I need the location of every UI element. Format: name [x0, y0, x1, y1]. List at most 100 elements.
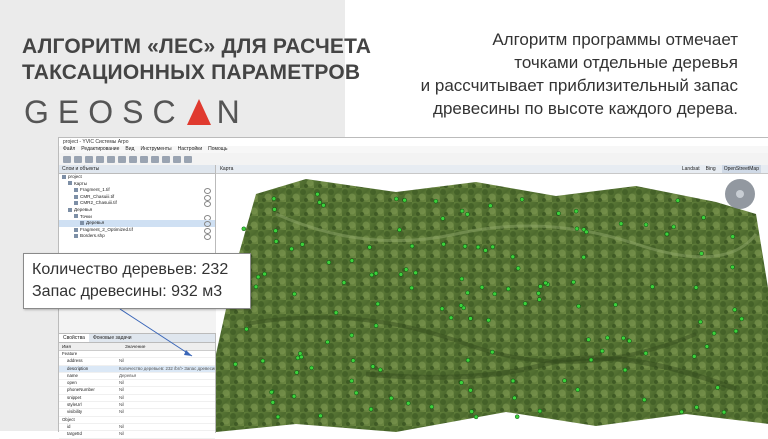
tree-point-marker[interactable]	[294, 370, 299, 375]
tree-point-marker[interactable]	[350, 358, 356, 363]
tree-point-marker[interactable]	[618, 221, 624, 226]
tree-point-marker[interactable]	[367, 245, 372, 250]
property-row[interactable]: name Деревья	[59, 373, 215, 381]
tree-point-marker[interactable]	[462, 244, 468, 249]
tree-point-marker[interactable]	[273, 239, 279, 244]
tree-point-marker[interactable]	[289, 246, 294, 252]
tree-point-marker[interactable]	[297, 351, 303, 356]
tree-point-marker[interactable]	[664, 231, 670, 237]
tree-point-marker[interactable]	[275, 414, 281, 420]
tree-point-marker[interactable]	[272, 207, 277, 212]
tree-point-marker[interactable]	[510, 378, 516, 384]
tree-point-marker[interactable]	[397, 227, 402, 233]
tree-point-marker[interactable]	[349, 258, 355, 263]
tree-point-marker[interactable]	[333, 310, 339, 315]
tree-point-marker[interactable]	[575, 387, 580, 392]
property-row[interactable]: styleUrl Nil	[59, 402, 215, 410]
redo-icon[interactable]	[74, 155, 82, 163]
tree-point-marker[interactable]	[369, 272, 374, 278]
tree-point-marker[interactable]	[486, 317, 491, 323]
polygon-icon[interactable]	[140, 155, 148, 163]
tree-point-marker[interactable]	[692, 354, 697, 359]
tree-point-marker[interactable]	[270, 400, 276, 405]
tree-point-marker[interactable]	[468, 316, 473, 321]
tree-point-marker[interactable]	[479, 285, 485, 290]
tree-point-marker[interactable]	[394, 196, 399, 202]
tree-item[interactable]: Точки	[59, 214, 215, 221]
tree-point-marker[interactable]	[613, 302, 618, 307]
tree-point-marker[interactable]	[473, 414, 479, 420]
tree-point-marker[interactable]	[439, 306, 445, 311]
tree-point-marker[interactable]	[291, 394, 297, 399]
property-row[interactable]: targetId Nil	[59, 431, 215, 439]
tree-point-marker[interactable]	[599, 348, 605, 354]
tree-point-marker[interactable]	[429, 404, 434, 410]
tree-point-marker[interactable]	[711, 331, 717, 336]
tree-point-marker[interactable]	[519, 197, 525, 202]
menu-tools[interactable]: Инструменты	[140, 146, 171, 153]
menu-view[interactable]: Вид	[125, 146, 134, 153]
tree-point-marker[interactable]	[373, 271, 379, 276]
tree-point-marker[interactable]	[389, 395, 394, 401]
tree-icon[interactable]	[184, 155, 192, 163]
tree-point-marker[interactable]	[537, 408, 543, 414]
tree-point-marker[interactable]	[627, 338, 632, 344]
tree-point-marker[interactable]	[605, 335, 610, 341]
tree-point-marker[interactable]	[373, 323, 379, 328]
tree-point-marker[interactable]	[522, 301, 528, 306]
property-row[interactable]: visibility Nil	[59, 409, 215, 417]
tree-point-marker[interactable]	[440, 216, 446, 221]
tree-point-marker[interactable]	[465, 357, 471, 363]
tab-map[interactable]: Карта	[220, 166, 233, 172]
tree-point-marker[interactable]	[244, 326, 249, 332]
menu-settings[interactable]: Настройки	[178, 146, 203, 153]
tree-point-marker[interactable]	[292, 291, 297, 297]
tree-point-marker[interactable]	[271, 196, 277, 201]
tree-point-marker[interactable]	[398, 272, 404, 277]
tree-point-marker[interactable]	[459, 276, 465, 282]
tree-point-marker[interactable]	[300, 242, 305, 247]
tree-point-marker[interactable]	[318, 413, 323, 419]
tree-point-marker[interactable]	[584, 229, 589, 235]
tree-point-marker[interactable]	[693, 285, 699, 290]
tree-point-marker[interactable]	[588, 357, 594, 363]
tree-point-marker[interactable]	[402, 197, 407, 203]
tree-point-marker[interactable]	[573, 208, 579, 214]
layer-icon[interactable]	[151, 155, 159, 163]
tree-point-marker[interactable]	[581, 254, 586, 260]
tree-point-marker[interactable]	[325, 339, 330, 345]
tree-point-marker[interactable]	[538, 284, 543, 289]
tree-point-marker[interactable]	[715, 385, 720, 390]
tree-point-marker[interactable]	[492, 291, 497, 297]
tree-point-marker[interactable]	[370, 364, 376, 369]
select-icon[interactable]	[118, 155, 126, 163]
point-icon[interactable]	[162, 155, 170, 163]
tree-point-marker[interactable]	[650, 284, 655, 289]
tree-point-marker[interactable]	[255, 274, 261, 280]
property-row[interactable]: snippet Nil	[59, 395, 215, 403]
tree-point-marker[interactable]	[260, 358, 266, 364]
tree-point-marker[interactable]	[468, 388, 473, 393]
tree-point-marker[interactable]	[512, 395, 517, 401]
tree-point-marker[interactable]	[349, 378, 354, 384]
tree-point-marker[interactable]	[317, 200, 322, 205]
tree-point-marker[interactable]	[441, 241, 446, 247]
tree-point-marker[interactable]	[448, 315, 454, 321]
property-row[interactable]: id Nil	[59, 424, 215, 432]
property-row[interactable]: Feature	[59, 351, 215, 359]
tree-point-marker[interactable]	[675, 198, 681, 203]
source-landsat[interactable]: Landsat	[682, 165, 700, 173]
tree-point-marker[interactable]	[704, 344, 710, 349]
tree-point-marker[interactable]	[562, 378, 567, 383]
tree-item[interactable]: Fragment_1.tif	[59, 187, 215, 195]
tree-point-marker[interactable]	[510, 254, 516, 260]
tree-point-marker[interactable]	[309, 365, 314, 371]
tree-point-marker[interactable]	[354, 390, 359, 396]
tree-point-marker[interactable]	[233, 361, 238, 367]
tree-point-marker[interactable]	[483, 248, 488, 253]
source-bing[interactable]: Bing	[706, 165, 716, 173]
tree-point-marker[interactable]	[586, 337, 591, 342]
tree-point-marker[interactable]	[273, 228, 278, 233]
new-icon[interactable]	[85, 155, 93, 163]
tree-point-marker[interactable]	[262, 271, 267, 277]
